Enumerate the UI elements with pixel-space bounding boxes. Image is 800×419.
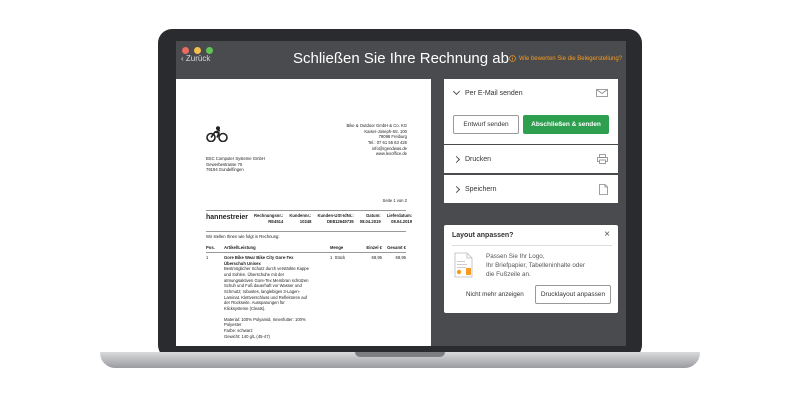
feedback-link[interactable]: Wie bewerten Sie die Belegerstellung? (509, 55, 622, 62)
bike-logo-icon (206, 126, 228, 142)
divider (206, 210, 406, 211)
print-label: Drucken (465, 155, 492, 163)
recipient-address: BSC Computer Systeme GmbH Gewerbestrasse… (206, 156, 265, 173)
send-draft-button[interactable]: Entwurf senden (453, 115, 519, 134)
chevron-right-icon (452, 185, 461, 193)
save-section-toggle[interactable]: Speichern (444, 175, 618, 203)
layout-popup: Layout anpassen? × Passen Sie Ihr Logo, … (444, 225, 618, 313)
save-label: Speichern (465, 185, 497, 193)
laptop-base-notch (355, 352, 445, 357)
document-icon (599, 183, 608, 195)
print-section-toggle[interactable]: Drucken (444, 145, 618, 173)
page-info: Seite 1 von 2 (382, 198, 407, 203)
invoice-intro: Wir stellen Ihnen wie folgt in Rechnung: (206, 234, 280, 239)
layout-document-icon (454, 252, 473, 278)
info-icon (509, 55, 516, 62)
popup-title: Layout anpassen? (452, 232, 514, 239)
items-header: Pos. Artikel/Leistung Menge Einzel € Ges… (206, 245, 406, 250)
dismiss-link[interactable]: Nicht mehr anzeigen (466, 291, 524, 298)
chevron-down-icon (452, 87, 461, 96)
save-card[interactable]: Speichern (444, 175, 618, 203)
print-card[interactable]: Drucken (444, 145, 618, 173)
envelope-icon (596, 89, 608, 97)
sender-address: Bike & Outdoor GmbH & Co. KG Kaiser-Jose… (346, 123, 407, 157)
divider (206, 231, 406, 232)
printer-icon (597, 154, 608, 164)
invoice-preview: Bike & Outdoor GmbH & Co. KG Kaiser-Jose… (176, 79, 431, 346)
email-section-toggle[interactable]: Per E-Mail senden (444, 79, 618, 107)
table-row: 1 Gore Bike Wear Bike City Gore-Tex Über… (206, 255, 406, 339)
app-window: ‹ Zurück Schließen Sie Ihre Rechnung ab … (176, 41, 626, 346)
invoice-meta: Rechnungsnr.: RE4514 Kundennr.: 10248 Kund… (254, 213, 413, 224)
close-icon[interactable]: × (604, 229, 610, 240)
customize-layout-button[interactable]: Drucklayout anpassen (535, 285, 611, 304)
finish-and-send-button[interactable]: Abschließen & senden (523, 115, 609, 134)
invoice-heading: hannestreier (206, 214, 249, 221)
chevron-right-icon (452, 155, 461, 163)
feedback-label: Wie bewerten Sie die Belegerstellung? (518, 55, 622, 62)
top-bar: ‹ Zurück Schließen Sie Ihre Rechnung ab … (176, 41, 626, 78)
popup-text: Passen Sie Ihr Logo, Ihr Briefpapier, Ta… (486, 253, 585, 279)
divider (206, 252, 406, 253)
email-card: Per E-Mail senden Entwurf senden Abschli… (444, 79, 618, 144)
divider (452, 245, 612, 246)
email-label: Per E-Mail senden (465, 89, 523, 97)
